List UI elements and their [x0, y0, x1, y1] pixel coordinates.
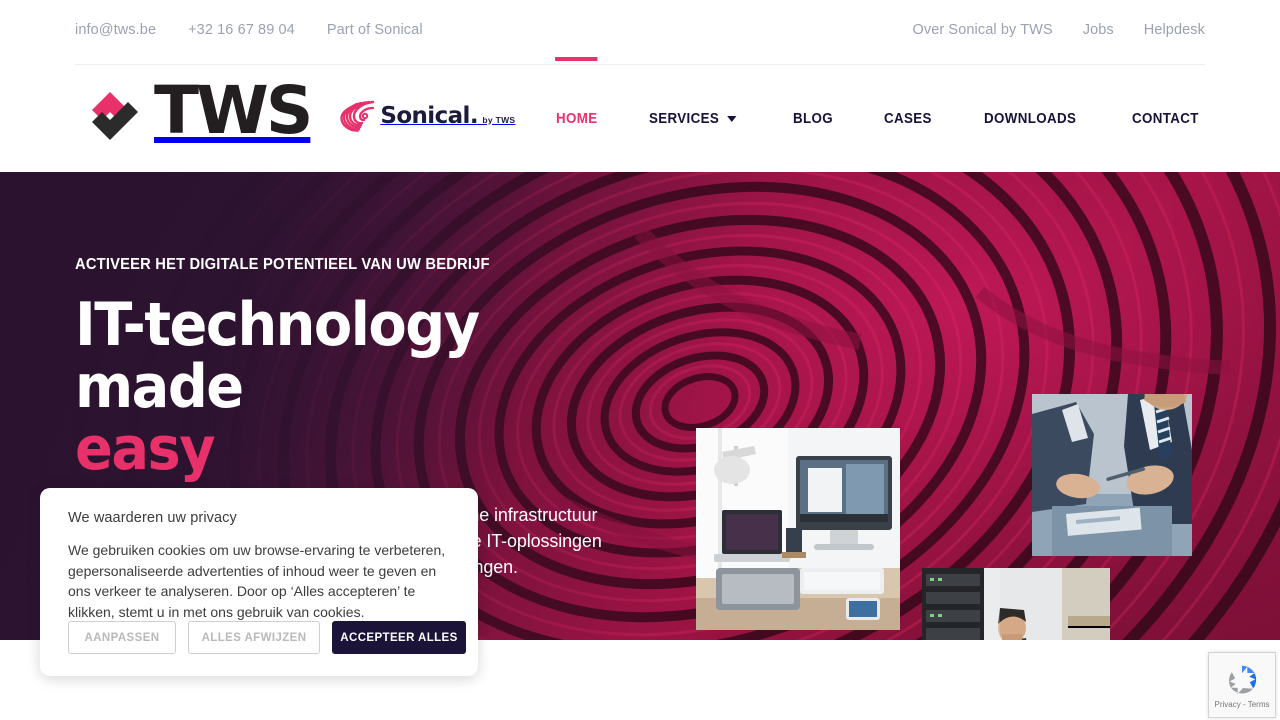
recaptcha-icon — [1229, 665, 1257, 695]
cookie-dialog-actions: AANPASSEN ALLES AFWIJZEN ACCEPTEER ALLES — [68, 621, 466, 654]
part-of-sonical-link[interactable]: Part of Sonical — [327, 22, 423, 38]
top-utility-left-links: info@tws.be +32 16 67 89 04 Part of Soni… — [75, 0, 455, 38]
nav-item-cases[interactable]: CASES — [884, 66, 932, 172]
logo-wordmark: TWS — [154, 72, 313, 149]
accept-all-cookies-button[interactable]: ACCEPTEER ALLES — [332, 621, 466, 654]
photo-datacenter-team-image — [922, 568, 1110, 640]
customize-cookies-button[interactable]: AANPASSEN — [68, 621, 176, 654]
top-utility-bar: info@tws.be +32 16 67 89 04 Part of Soni… — [0, 0, 1280, 66]
nav-label-contact: CONTACT — [1132, 111, 1200, 127]
main-navigation: HOME SERVICES BLOG CASES DOWNLOADS CONTA… — [555, 57, 1205, 172]
top-utility-bar-inner: info@tws.be +32 16 67 89 04 Part of Soni… — [75, 0, 1205, 65]
photo-desk-setup — [696, 428, 900, 630]
cookie-consent-dialog: We waarderen uw privacy We gebruiken coo… — [40, 488, 478, 676]
photo-business-meeting — [1032, 394, 1192, 556]
tws-chevron-icon — [92, 92, 138, 140]
email-link[interactable]: info@tws.be — [75, 22, 156, 38]
jobs-link[interactable]: Jobs — [1083, 22, 1114, 38]
recaptcha-badge[interactable]: Privacy - Terms — [1208, 652, 1276, 718]
sonical-name: Sonical. — [380, 102, 478, 129]
nav-label-services: SERVICES — [649, 111, 720, 127]
top-utility-right-links: Over Sonical by TWS Jobs Helpdesk — [882, 0, 1205, 38]
nav-label-cases: CASES — [884, 111, 932, 127]
sonical-sublogo: Sonical. by TWS — [340, 99, 515, 133]
sonical-tagline: by TWS — [482, 114, 516, 125]
photo-business-meeting-image — [1032, 394, 1192, 556]
phone-link[interactable]: +32 16 67 89 04 — [188, 22, 295, 38]
nav-label-downloads: DOWNLOADS — [984, 111, 1077, 127]
photo-datacenter-team — [922, 568, 1110, 640]
nav-item-services[interactable]: SERVICES — [649, 66, 738, 172]
reject-all-cookies-button[interactable]: ALLES AFWIJZEN — [188, 621, 320, 654]
nav-label-blog: BLOG — [792, 111, 833, 127]
nav-item-home[interactable]: HOME — [555, 57, 598, 172]
nav-item-downloads[interactable]: DOWNLOADS — [984, 66, 1076, 172]
sonical-text-block: Sonical. by TWS — [380, 102, 516, 129]
chevron-down-icon — [727, 116, 738, 122]
recaptcha-privacy-terms-label: Privacy - Terms — [1214, 700, 1270, 709]
site-header: TWS Sonical. by TWS HOME SERVICES BLOG C… — [0, 57, 1280, 172]
nav-item-contact[interactable]: CONTACT — [1132, 66, 1199, 172]
hero-title-line2: easy — [75, 414, 216, 484]
hero-kicker: ACTIVEER HET DIGITALE POTENTIEEL VAN UW … — [75, 256, 490, 273]
over-sonical-link[interactable]: Over Sonical by TWS — [912, 22, 1052, 38]
hero-title-line1: IT-technology made — [75, 290, 480, 422]
helpdesk-link[interactable]: Helpdesk — [1144, 22, 1205, 38]
site-logo[interactable]: TWS Sonical. by TWS — [88, 72, 515, 149]
photo-desk-setup-image — [696, 428, 900, 630]
cookie-dialog-title: We waarderen uw privacy — [68, 510, 237, 526]
hero-title: IT-technology made easy — [75, 294, 596, 480]
nav-label-home: HOME — [556, 111, 598, 127]
nav-item-blog[interactable]: BLOG — [793, 66, 833, 172]
cookie-dialog-body: We gebruiken cookies om uw browse-ervari… — [68, 542, 446, 620]
fingerprint-icon — [340, 100, 375, 132]
